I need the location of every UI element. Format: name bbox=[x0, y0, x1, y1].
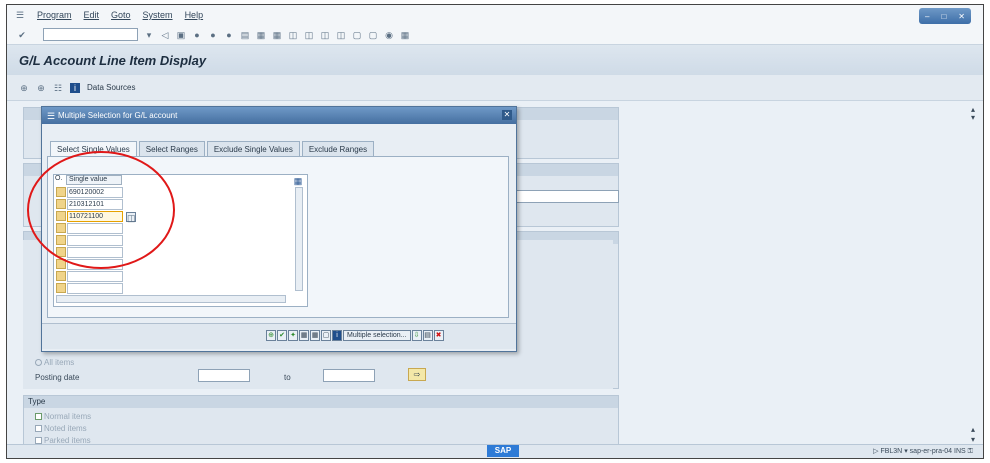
dialog-title: Multiple Selection for G/L account bbox=[58, 111, 178, 120]
info-icon[interactable]: i bbox=[70, 82, 80, 93]
scroll-up-bottom-icon[interactable]: ▴ bbox=[971, 425, 975, 434]
application-toolbar: ⊕ ⊕ ☷ i Data Sources bbox=[7, 75, 983, 101]
input-mode: INS bbox=[954, 448, 966, 455]
menu-system[interactable]: System bbox=[143, 10, 173, 20]
normal-items-label: Normal items bbox=[44, 412, 92, 421]
copy-button[interactable]: ✔ bbox=[277, 330, 287, 341]
all-items-label: All items bbox=[44, 358, 75, 367]
tab-select-ranges[interactable]: Select Ranges bbox=[138, 141, 205, 156]
single-value-cell[interactable] bbox=[67, 271, 123, 282]
row-selector[interactable] bbox=[56, 283, 66, 293]
status-info: ▷ FBL3N ▾ sap-er-pra-04 INS ⚿ bbox=[873, 447, 973, 456]
menu-icon[interactable]: ☰ bbox=[15, 10, 25, 20]
check-entries-button[interactable]: ✦ bbox=[288, 330, 298, 341]
posting-date-from-input[interactable] bbox=[198, 369, 250, 382]
dialog-button-bar: ⊕ ✔ ✦ ▦ ▦ ▢ i Multiple selection... ⇩ ▤ … bbox=[266, 330, 444, 341]
data-sources-button[interactable]: Data Sources bbox=[87, 83, 135, 92]
table-vertical-scrollbar[interactable] bbox=[295, 187, 303, 291]
posting-date-to-input[interactable] bbox=[323, 369, 375, 382]
sap-window: ☰ Program Edit Goto System Help – □ ✕ ✔ … bbox=[6, 4, 984, 459]
all-items-radio[interactable]: All items bbox=[35, 358, 74, 367]
print-icon[interactable]: ▤ bbox=[240, 30, 250, 40]
noted-items-checkbox[interactable]: Noted items bbox=[35, 424, 87, 433]
noted-items-label: Noted items bbox=[44, 424, 87, 433]
status-bar: SAP ▷ FBL3N ▾ sap-er-pra-04 INS ⚿ bbox=[7, 444, 983, 458]
window-controls[interactable]: – □ ✕ bbox=[919, 8, 971, 24]
upload-button[interactable]: ▤ bbox=[422, 330, 433, 341]
highlight-circle bbox=[27, 151, 175, 269]
scroll-down-icon[interactable]: ▾ bbox=[971, 113, 975, 122]
shortcut-icon[interactable]: ▢ bbox=[368, 30, 378, 40]
cancel-icon[interactable]: ● bbox=[224, 30, 234, 40]
minimize-icon[interactable]: – bbox=[925, 12, 929, 21]
delete-line-button[interactable]: ▦ bbox=[310, 330, 320, 341]
all-items-radio-icon[interactable] bbox=[35, 359, 42, 367]
posting-date-label: Posting date bbox=[35, 373, 80, 382]
first-page-icon[interactable]: ◫ bbox=[288, 30, 298, 40]
normal-items-checkbox[interactable]: Normal items bbox=[35, 412, 91, 421]
dialog-close-icon[interactable]: ✕ bbox=[502, 110, 512, 120]
save-icon[interactable]: ▣ bbox=[176, 30, 186, 40]
dialog-footer: ⊕ ✔ ✦ ▦ ▦ ▢ i Multiple selection... ⇩ ▤ … bbox=[42, 323, 516, 349]
menu-help[interactable]: Help bbox=[185, 10, 204, 20]
tab-exclude-ranges[interactable]: Exclude Ranges bbox=[301, 141, 375, 156]
execute-icon[interactable]: ⊕ bbox=[19, 83, 29, 93]
back-icon[interactable]: ● bbox=[192, 30, 202, 40]
server-name: sap-er-pra-04 bbox=[909, 448, 953, 455]
table-settings-icon[interactable]: ▦ bbox=[293, 176, 303, 186]
find-icon[interactable]: ▦ bbox=[256, 30, 266, 40]
maximize-icon[interactable]: □ bbox=[941, 12, 946, 21]
noted-items-check-icon[interactable] bbox=[35, 425, 42, 433]
import-button[interactable]: ⇩ bbox=[411, 330, 422, 341]
prev-page-icon[interactable]: ◫ bbox=[304, 30, 314, 40]
dialog-icon: ☰ bbox=[46, 110, 56, 121]
menu-edit[interactable]: Edit bbox=[84, 10, 100, 20]
close-window-icon[interactable]: ✕ bbox=[958, 12, 965, 21]
exit-icon[interactable]: ● bbox=[208, 30, 218, 40]
status-expand-icon[interactable]: ▷ bbox=[873, 448, 878, 455]
transaction-dropdown-icon[interactable]: ▾ bbox=[904, 448, 908, 455]
last-page-icon[interactable]: ◫ bbox=[336, 30, 346, 40]
find-next-icon[interactable]: ▦ bbox=[272, 30, 282, 40]
normal-items-check-icon[interactable] bbox=[35, 413, 42, 421]
dialog-titlebar: ☰ Multiple Selection for G/L account bbox=[42, 107, 516, 124]
enter-icon[interactable]: ✔ bbox=[17, 30, 27, 40]
back-arrow-icon[interactable]: ◁ bbox=[160, 30, 170, 40]
scroll-down-bottom-icon[interactable]: ▾ bbox=[971, 435, 975, 444]
table-horizontal-scrollbar[interactable] bbox=[56, 295, 286, 303]
to-label: to bbox=[284, 373, 291, 382]
row-selector[interactable] bbox=[56, 271, 66, 281]
dropdown-icon[interactable]: ▾ bbox=[144, 30, 154, 40]
info-button[interactable]: i bbox=[332, 330, 342, 341]
page-title: G/L Account Line Item Display bbox=[19, 53, 207, 68]
list-icon[interactable]: ☷ bbox=[53, 83, 63, 93]
type-panel-header: Type bbox=[24, 396, 618, 408]
sap-logo: SAP bbox=[487, 445, 519, 457]
help-icon[interactable]: ◉ bbox=[384, 30, 394, 40]
search-help-field[interactable] bbox=[504, 190, 619, 203]
menu-program[interactable]: Program bbox=[37, 10, 72, 20]
next-page-icon[interactable]: ◫ bbox=[320, 30, 330, 40]
delete-all-button[interactable]: ▢ bbox=[321, 330, 331, 341]
layout-icon[interactable]: ▦ bbox=[400, 30, 410, 40]
tab-exclude-single-values[interactable]: Exclude Single Values bbox=[206, 141, 300, 156]
multiple-selection-arrow-button[interactable]: ⇨ bbox=[408, 368, 426, 381]
cancel-dialog-button[interactable]: ✖ bbox=[433, 330, 444, 341]
single-value-cell[interactable] bbox=[67, 283, 123, 294]
standard-toolbar: ✔ ▾ ◁ ▣ ● ● ● ▤ ▦ ▦ ◫ ◫ ◫ ◫ ▢ ▢ ◉ ▦ bbox=[7, 25, 983, 45]
new-session-icon[interactable]: ▢ bbox=[352, 30, 362, 40]
title-bar: G/L Account Line Item Display bbox=[7, 45, 983, 75]
menu-goto[interactable]: Goto bbox=[111, 10, 131, 20]
menu-bar: ☰ Program Edit Goto System Help bbox=[7, 5, 983, 25]
transaction-code: FBL3N bbox=[880, 448, 903, 455]
insert-line-button[interactable]: ▦ bbox=[299, 330, 309, 341]
command-field[interactable] bbox=[43, 28, 138, 41]
lock-icon: ⚿ bbox=[967, 448, 973, 455]
multiple-selection-button[interactable]: Multiple selection... bbox=[343, 330, 411, 341]
variant-icon[interactable]: ⊕ bbox=[36, 83, 46, 93]
execute-button[interactable]: ⊕ bbox=[266, 330, 276, 341]
